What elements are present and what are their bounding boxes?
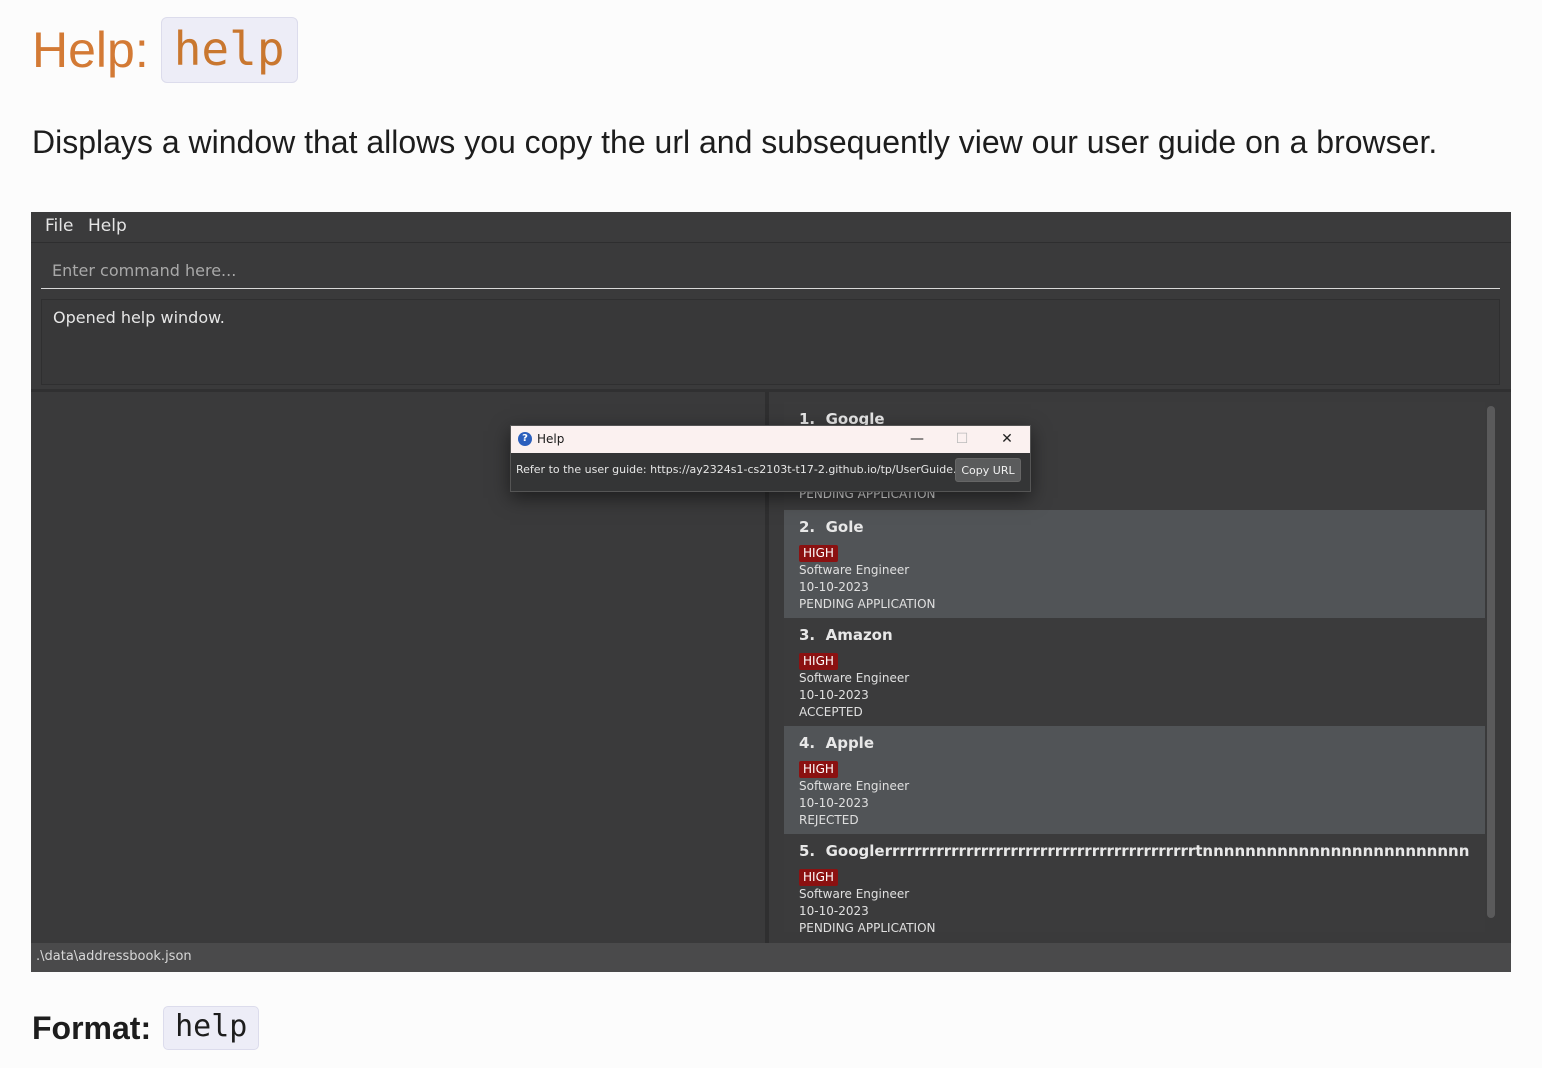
minimize-icon[interactable]: — [902,429,932,449]
dialog-title: Help [537,432,565,446]
list-scrollbar[interactable] [1487,406,1495,918]
list-item[interactable]: 2. Gole HIGH Software Engineer 10-10-202… [784,510,1485,618]
app-screenshot: File Help Opened help window. 1. Google … [31,212,1511,972]
heading-prefix: Help: [32,22,149,78]
copy-url-button[interactable]: Copy URL [955,458,1021,482]
list-item[interactable]: 3. Amazon HIGH Software Engineer 10-10-2… [784,618,1485,726]
card-date: 10-10-2023 [799,688,869,702]
dialog-message: Refer to the user guide: https://ay2324s… [516,463,982,476]
card-title: 3. Amazon [799,626,893,644]
menu-help[interactable]: Help [88,216,127,236]
format-line: Format: help [32,1004,260,1052]
command-box [41,252,1500,289]
help-dialog: ? Help — ☐ ✕ Refer to the user guide: ht… [510,425,1031,492]
priority-badge: HIGH [799,653,838,670]
priority-badge: HIGH [799,869,838,886]
card-role: Software Engineer [799,779,910,793]
priority-badge: HIGH [799,761,838,778]
card-title: 5. Googlerrrrrrrrrrrrrrrrrrrrrrrrrrrrrrr… [799,842,1470,860]
result-display: Opened help window. [41,299,1500,385]
menu-bar: File Help [31,212,1511,243]
menu-file[interactable]: File [45,216,73,236]
page-heading: Help: help [32,14,298,86]
list-item[interactable]: 5. Googlerrrrrrrrrrrrrrrrrrrrrrrrrrrrrrr… [784,834,1485,932]
dialog-titlebar[interactable]: ? Help — ☐ ✕ [511,426,1030,453]
maximize-icon: ☐ [955,431,969,447]
close-icon[interactable]: ✕ [992,429,1022,449]
card-role: Software Engineer [799,671,910,685]
card-date: 10-10-2023 [799,904,869,918]
description: Displays a window that allows you copy t… [32,124,1438,160]
card-title: 4. Apple [799,734,874,752]
card-role: Software Engineer [799,887,910,901]
command-input[interactable] [41,252,1500,288]
status-bar: .\data\addressbook.json [31,943,1511,972]
card-title: 2. Gole [799,518,864,536]
list-item[interactable]: 4. Apple HIGH Software Engineer 10-10-20… [784,726,1485,834]
format-code: help [163,1006,260,1050]
card-date: 10-10-2023 [799,796,869,810]
heading-code: help [160,17,298,83]
status-path: .\data\addressbook.json [36,949,192,964]
result-text: Opened help window. [53,308,225,327]
card-status: PENDING APPLICATION [799,921,936,932]
card-status: ACCEPTED [799,705,863,719]
card-status: REJECTED [799,813,859,827]
priority-badge: HIGH [799,545,838,562]
card-status: PENDING APPLICATION [799,597,936,611]
card-role: Software Engineer [799,563,910,577]
format-label: Format: [32,1009,152,1046]
question-icon: ? [518,432,532,446]
card-date: 10-10-2023 [799,580,869,594]
